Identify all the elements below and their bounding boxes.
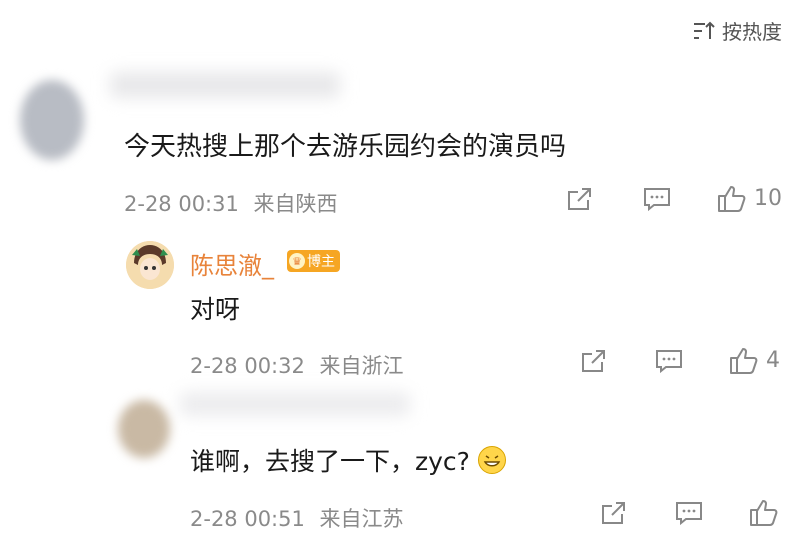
username-placeholder bbox=[110, 72, 340, 98]
grinning-emoji-icon bbox=[477, 446, 506, 474]
thumbs-up-icon bbox=[718, 186, 746, 212]
reply-location: 来自浙江 bbox=[319, 354, 404, 378]
share-button[interactable] bbox=[600, 500, 628, 526]
reply-author-name[interactable]: 陈思澈_ bbox=[190, 246, 274, 281]
blogger-badge: ♛ 博主 bbox=[287, 250, 340, 272]
badge-label: 博主 bbox=[307, 254, 335, 270]
share-button[interactable] bbox=[580, 348, 608, 374]
like-button[interactable] bbox=[748, 497, 780, 527]
crown-icon: ♛ bbox=[289, 253, 305, 269]
reply-time: 2-28 00:32 bbox=[190, 354, 305, 378]
share-icon bbox=[602, 502, 625, 524]
thumbs-up-icon bbox=[730, 348, 758, 374]
share-icon bbox=[582, 350, 605, 372]
comment-icon bbox=[676, 502, 702, 526]
like-button[interactable]: 4 bbox=[728, 345, 780, 375]
sort-by-hot-button[interactable]: 按热度 bbox=[692, 16, 782, 45]
reply-text: 对呀 bbox=[190, 295, 241, 324]
like-count: 4 bbox=[766, 347, 780, 373]
avatar[interactable] bbox=[118, 400, 170, 458]
comment-button[interactable] bbox=[642, 186, 672, 212]
comment-text: 今天热搜上那个去游乐园约会的演员吗 bbox=[124, 132, 567, 162]
avatar[interactable] bbox=[20, 80, 84, 160]
avatar[interactable] bbox=[126, 241, 174, 289]
reply-location: 来自江苏 bbox=[319, 507, 404, 531]
like-button[interactable]: 10 bbox=[716, 183, 782, 213]
sort-icon bbox=[694, 21, 715, 39]
share-button[interactable] bbox=[566, 186, 594, 212]
comment-icon bbox=[656, 350, 682, 374]
share-icon bbox=[568, 188, 591, 210]
reply-time: 2-28 00:51 bbox=[190, 507, 305, 531]
comment-time: 2-28 00:31 bbox=[124, 192, 239, 216]
sort-label: 按热度 bbox=[722, 20, 782, 44]
thumbs-up-icon bbox=[750, 500, 778, 526]
comment-button[interactable] bbox=[654, 348, 684, 374]
like-count: 10 bbox=[754, 185, 782, 211]
comment-button[interactable] bbox=[674, 500, 704, 526]
reply-text: 谁啊，去搜了一下，zyc? bbox=[190, 447, 470, 476]
username-placeholder bbox=[180, 392, 410, 416]
comment-location: 来自陕西 bbox=[253, 192, 338, 216]
comment-icon bbox=[644, 188, 670, 212]
